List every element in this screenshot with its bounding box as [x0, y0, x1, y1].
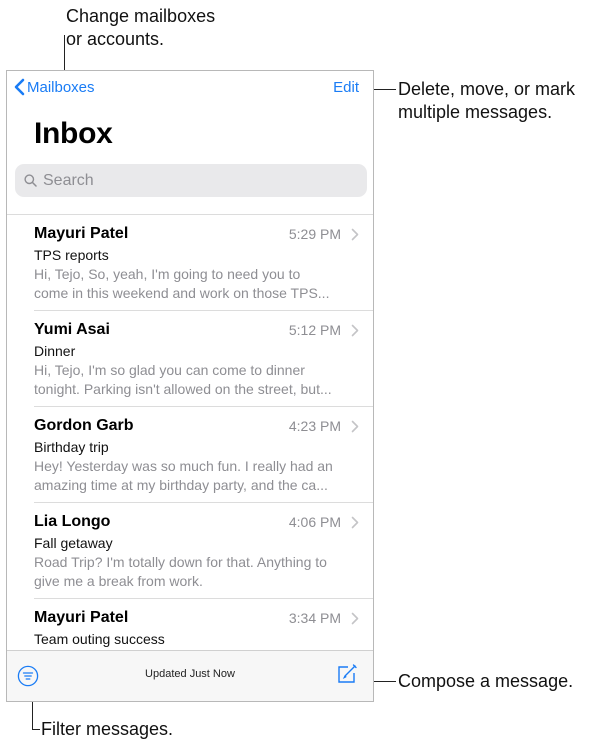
message-sender: Mayuri Patel: [34, 609, 129, 626]
magnifier-icon: [24, 174, 37, 187]
message-sender: Gordon Garb: [34, 417, 134, 434]
update-status: Updated Just Now: [145, 668, 235, 680]
message-sender: Mayuri Patel: [34, 225, 129, 242]
callout-edit: Delete, move, or mark multiple messages.: [398, 78, 575, 124]
leader-line-filter-foot: [32, 729, 40, 730]
search-placeholder: Search: [43, 171, 94, 189]
message-subject: TPS reports: [34, 247, 109, 263]
callout-mailboxes: Change mailboxes or accounts.: [66, 5, 215, 51]
message-subject: Dinner: [34, 343, 76, 359]
message-preview-line-1: Hi, Tejo, So, yeah, I'm going to need yo…: [34, 266, 301, 282]
message-subject: Birthday trip: [34, 439, 109, 455]
message-row[interactable]: Gordon Garb 4:23 PM Birthday trip Hey! Yest…: [7, 407, 373, 503]
message-preview-line-2: give me a break from work.: [34, 573, 203, 589]
chevron-left-icon: [14, 78, 25, 96]
message-row[interactable]: Mayuri Patel 5:29 PM TPS reports Hi, Tejo, …: [7, 215, 373, 311]
search-field[interactable]: Search: [15, 164, 367, 197]
message-sender: Lia Longo: [34, 513, 111, 530]
message-preview: Hi, Tejo, So, yeah, I'm going to need yo…: [34, 265, 359, 303]
message-time: 4:06 PM: [288, 514, 341, 530]
callout-filter: Filter messages.: [41, 719, 174, 739]
mailboxes-back-button[interactable]: Mailboxes: [14, 78, 95, 96]
message-time: 5:12 PM: [288, 322, 341, 338]
message-time: 4:23 PM: [288, 418, 341, 434]
message-preview-line-1: Hi, Tejo, I'm so glad you can come to di…: [34, 362, 305, 378]
navigation-bar: Mailboxes Edit: [7, 71, 373, 107]
message-list: Mayuri Patel 5:29 PM TPS reports Hi, Tejo, …: [7, 215, 373, 650]
message-subject: Fall getaway: [34, 535, 113, 551]
callout-edit-line-1: Delete, move, or mark: [398, 79, 576, 99]
message-preview: Road Trip? I'm totally down for that. An…: [34, 553, 359, 591]
message-subject: Team outing success: [34, 631, 165, 647]
mailboxes-back-label: Mailboxes: [27, 78, 95, 96]
message-preview-line-1: Road Trip? I'm totally down for that. An…: [34, 554, 327, 570]
edit-button[interactable]: Edit: [333, 79, 359, 96]
callout-mailboxes-line-1: Change mailboxes: [66, 6, 216, 26]
mail-screen: Mailboxes Edit Inbox Search Mayuri Patel…: [6, 70, 374, 702]
message-preview: Hi, Tejo, I'm so glad you can come to di…: [34, 361, 359, 399]
compose-button[interactable]: [336, 663, 358, 690]
chevron-right-icon: [351, 420, 359, 433]
message-preview-line-2: come in this weekend and work on those T…: [34, 285, 330, 301]
chevron-right-icon: [351, 228, 359, 241]
message-preview-line-2: amazing time at my birthday party, and t…: [34, 477, 328, 493]
message-row[interactable]: Yumi Asai 5:12 PM Dinner Hi, Tejo, I'm so g…: [7, 311, 373, 407]
message-row[interactable]: Lia Longo 4:06 PM Fall getaway Road Trip? I…: [7, 503, 373, 599]
message-preview: Hey! Yesterday was so much fun. I really…: [34, 457, 359, 495]
message-time: 3:34 PM: [288, 610, 341, 626]
chevron-right-icon: [351, 324, 359, 337]
message-time: 5:29 PM: [288, 226, 341, 242]
message-preview-line-2: tonight. Parking isn't allowed on the st…: [34, 381, 332, 397]
callout-mailboxes-line-2: or accounts.: [66, 29, 165, 49]
callout-compose: Compose a message.: [398, 671, 574, 691]
message-preview-line-1: Hey! Yesterday was so much fun. I really…: [34, 458, 333, 474]
message-sender: Yumi Asai: [34, 321, 110, 338]
page-title: Inbox: [34, 117, 113, 150]
callout-edit-line-2: multiple messages.: [398, 102, 553, 122]
message-row[interactable]: Mayuri Patel3:34 PMTeam outing successHi…: [7, 599, 373, 650]
chevron-right-icon: [351, 612, 359, 625]
compose-icon: [338, 664, 357, 683]
chevron-right-icon: [351, 516, 359, 529]
bottom-toolbar: Updated Just Now: [7, 650, 373, 701]
